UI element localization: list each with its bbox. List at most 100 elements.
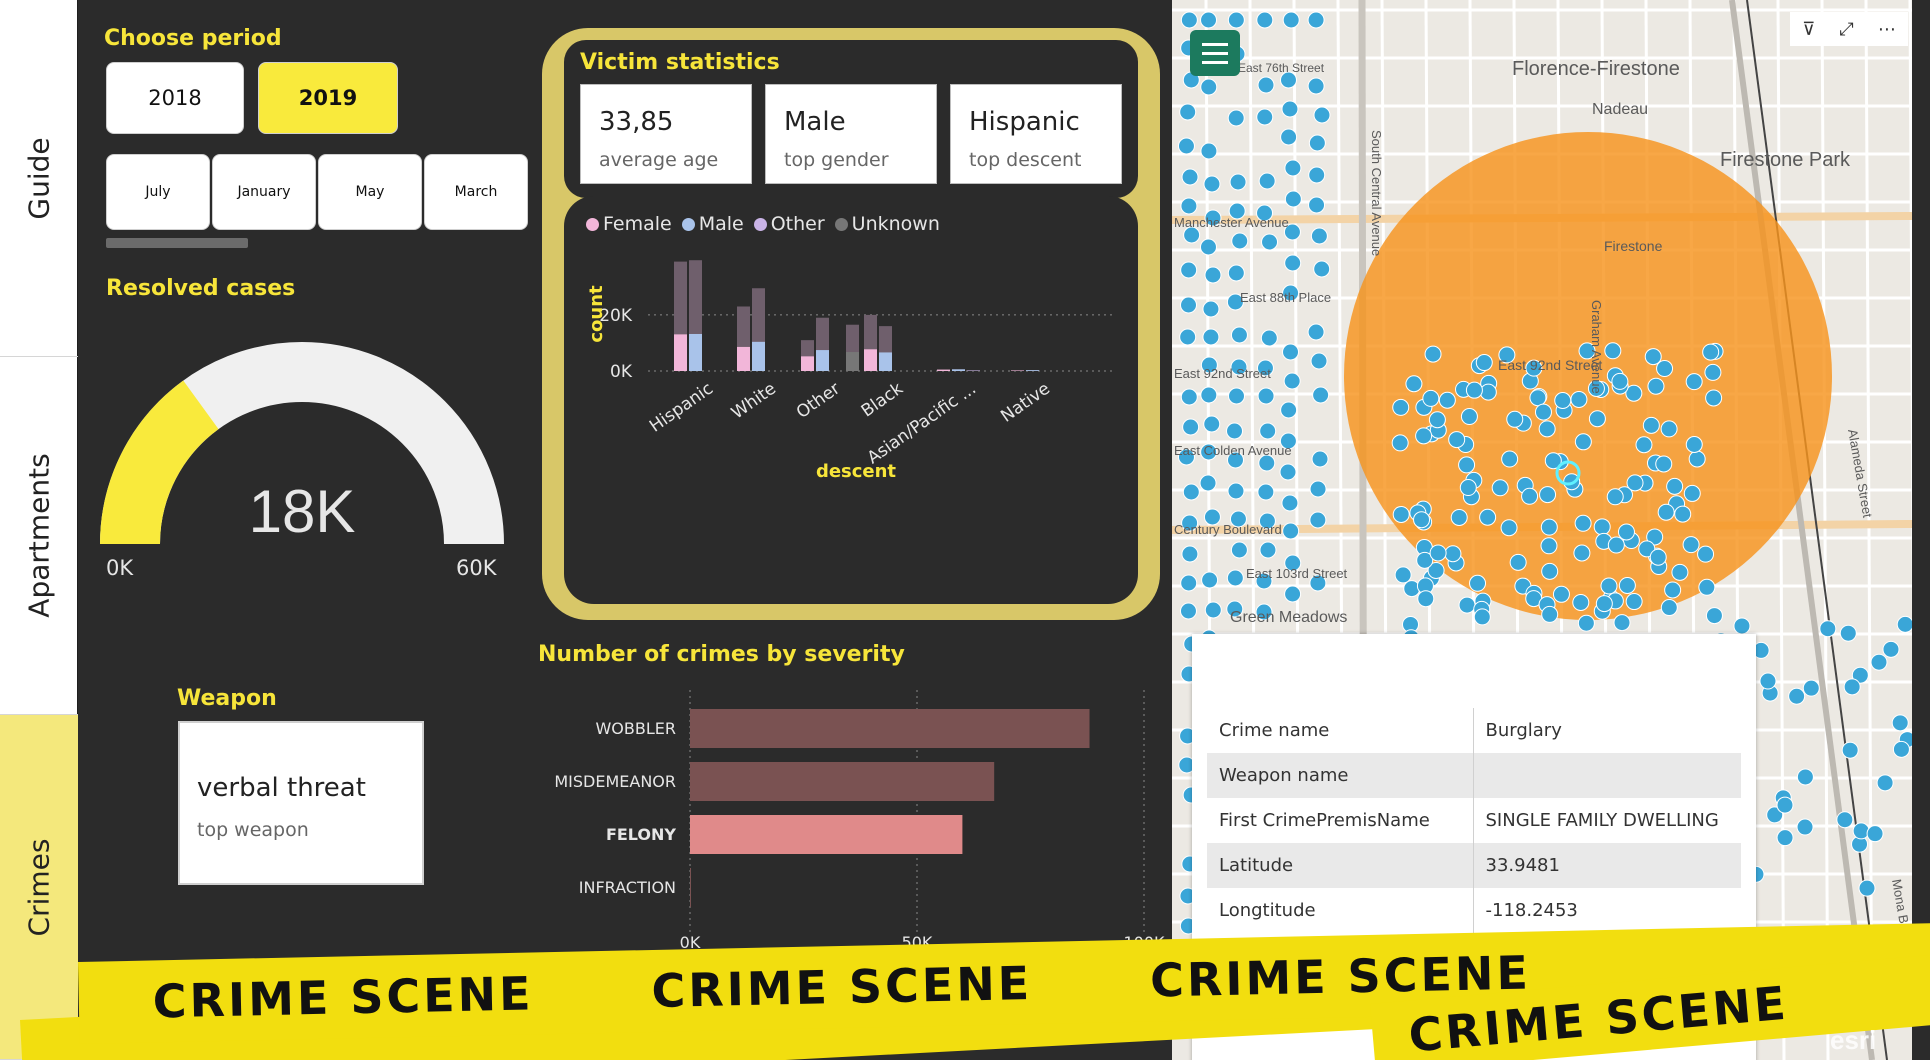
crime-point	[1541, 562, 1559, 580]
crime-point	[1465, 381, 1483, 399]
crime-point	[1308, 166, 1326, 184]
crime-point	[1460, 408, 1478, 426]
year-2019-button[interactable]: 2019	[258, 62, 398, 134]
crime-point	[1226, 569, 1244, 587]
crime-point	[1819, 620, 1837, 638]
crime-point	[1310, 227, 1328, 245]
bar-segment-female	[1011, 370, 1024, 371]
map-label: Green Meadows	[1230, 609, 1347, 626]
weapon-title: Weapon	[177, 686, 277, 711]
bar-segment-female	[737, 346, 750, 371]
severity-bar	[690, 762, 995, 801]
crime-point	[1179, 602, 1197, 620]
crime-point	[1572, 593, 1590, 611]
crime-point	[1604, 342, 1622, 360]
popup-value: SINGLE FAMILY DWELLING	[1485, 810, 1719, 831]
crime-point	[1282, 522, 1300, 540]
legend-item-unknown[interactable]: Unknown	[834, 213, 940, 235]
crime-point	[1588, 410, 1606, 428]
crime-point	[1204, 601, 1222, 619]
descent-chart-legend: Female Male Other Unknown	[586, 213, 940, 235]
more-options-icon[interactable]: ⋯	[1878, 19, 1896, 40]
map-menu-icon[interactable]	[1190, 30, 1240, 76]
month-march-button[interactable]: March	[424, 154, 528, 230]
crime-point	[1674, 505, 1692, 523]
average-age-value: 33,85	[599, 107, 674, 137]
bar-segment-male	[816, 350, 829, 371]
crime-point	[1229, 173, 1247, 191]
crime-point	[1538, 420, 1556, 438]
month-january-button[interactable]: January	[212, 154, 316, 230]
crime-point	[1870, 653, 1888, 671]
tape-text: CRIME SCENE	[650, 956, 1033, 1018]
map-label: East 103rd Street	[1246, 566, 1348, 581]
month-scrollbar[interactable]	[106, 238, 248, 248]
popup-key: Weapon name	[1207, 753, 1474, 798]
crime-point	[1626, 474, 1644, 492]
map-label: Manchester Avenue	[1174, 215, 1289, 230]
popup-row: First CrimePremisName SINGLE FAMILY DWELL…	[1207, 798, 1741, 843]
crime-point	[1307, 11, 1325, 29]
crime-point	[1843, 678, 1861, 696]
crime-point	[1280, 401, 1298, 419]
crime-point	[1428, 411, 1446, 429]
map-label: Graham Avenue	[1589, 300, 1604, 394]
crime-point	[1500, 519, 1518, 537]
crime-point	[1309, 480, 1327, 498]
map-label: Century Boulevard	[1174, 522, 1282, 537]
crime-point	[1776, 796, 1794, 814]
crime-point	[1836, 811, 1854, 829]
legend-item-female[interactable]: Female	[586, 213, 672, 235]
month-july-button[interactable]: July	[106, 154, 210, 230]
tab-crimes-label: Crimes	[22, 838, 56, 936]
popup-key: Longtitude	[1207, 888, 1474, 933]
crime-point	[1450, 508, 1468, 526]
crime-point	[1655, 455, 1673, 473]
crime-point	[1625, 593, 1643, 611]
crime-point	[1656, 360, 1674, 378]
crime-point	[1839, 624, 1857, 642]
legend-item-other[interactable]: Other	[753, 213, 825, 235]
crime-point	[1697, 545, 1715, 563]
crime-point	[1506, 410, 1524, 428]
tab-crimes[interactable]: Crimes	[0, 715, 78, 1060]
legend-item-male[interactable]: Male	[681, 213, 744, 235]
legend-dot-female	[586, 217, 599, 231]
crime-point	[1256, 11, 1274, 29]
crime-point	[1311, 450, 1329, 468]
bar-segment-unknown	[846, 352, 859, 371]
popup-value: -118.2453	[1485, 900, 1578, 921]
crime-point	[1422, 389, 1440, 407]
legend-dot-male	[681, 217, 695, 231]
legend-label-other: Other	[770, 213, 825, 235]
crime-point	[1307, 323, 1325, 341]
map-label: East 88th Place	[1240, 290, 1331, 305]
crime-point	[1392, 505, 1410, 523]
crime-point	[1180, 261, 1198, 279]
filter-icon[interactable]: ⊽	[1802, 19, 1815, 40]
crime-point	[1283, 372, 1301, 390]
popup-value: 33.9481	[1473, 843, 1741, 888]
tab-guide[interactable]: Guide	[0, 0, 78, 357]
crime-point	[1181, 545, 1199, 563]
crime-point	[1552, 585, 1570, 603]
crime-point	[1469, 574, 1487, 592]
crime-point	[1284, 190, 1302, 208]
bar-segment-male	[1026, 370, 1039, 371]
crime-point	[1257, 483, 1275, 501]
focus-mode-icon[interactable]: ⤢	[1839, 19, 1853, 40]
crime-point	[1226, 422, 1244, 440]
severity-bar	[690, 815, 963, 854]
x-axis-title: descent	[816, 461, 896, 482]
crime-point	[1391, 434, 1409, 452]
crime-point	[1228, 387, 1246, 405]
top-gender-label: top gender	[784, 149, 889, 171]
crime-point	[1534, 403, 1552, 421]
crime-point	[1284, 254, 1302, 272]
tab-apartments[interactable]: Apartments	[0, 357, 78, 715]
crime-point	[1606, 488, 1624, 506]
popup-value: Burglary	[1485, 720, 1562, 741]
month-may-button[interactable]: May	[318, 154, 422, 230]
crime-point	[1180, 296, 1198, 314]
year-2018-button[interactable]: 2018	[106, 62, 244, 134]
